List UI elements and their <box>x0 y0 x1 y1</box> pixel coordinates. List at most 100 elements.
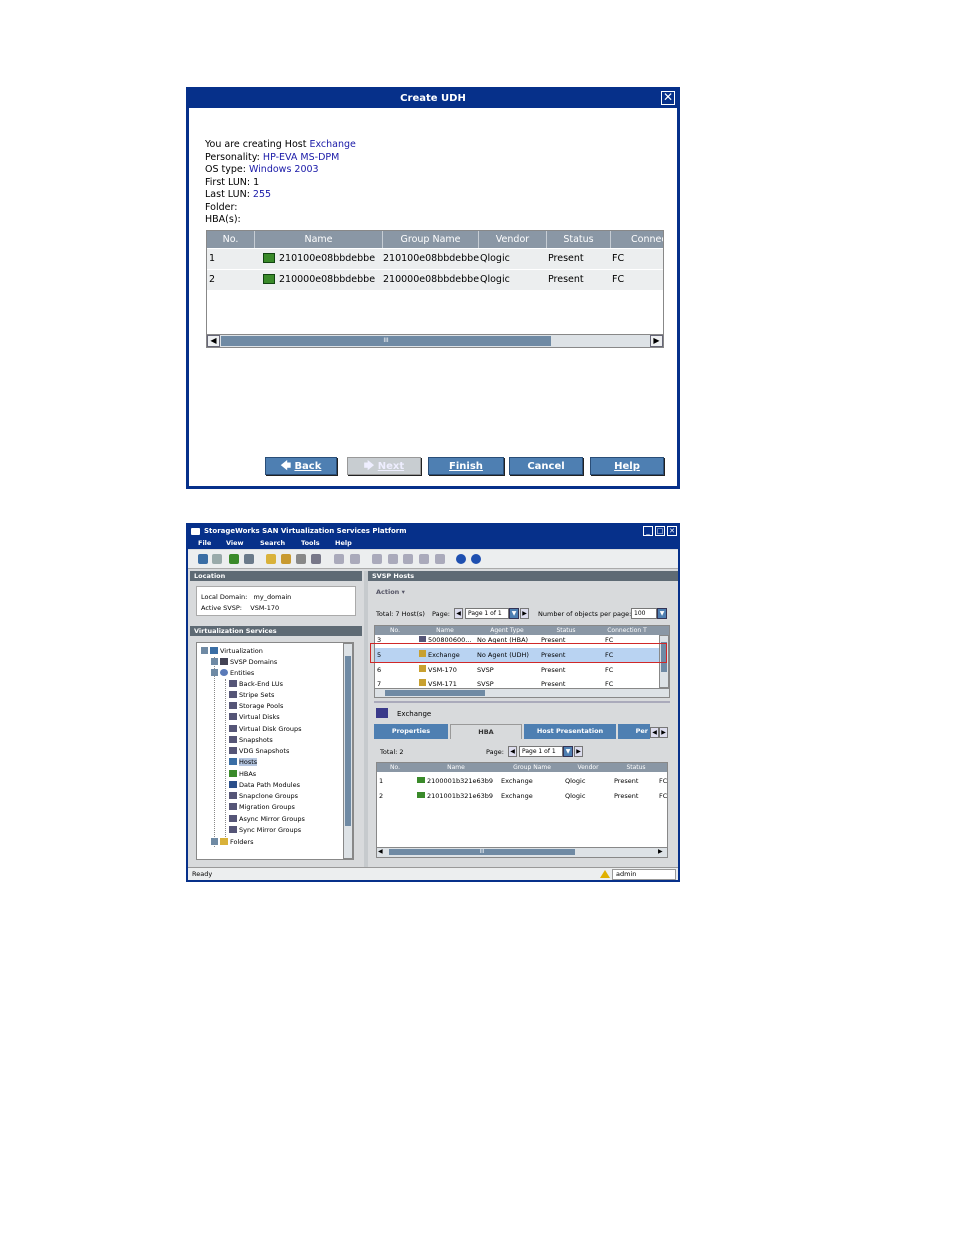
collapse-icon[interactable] <box>211 668 218 676</box>
tab-scroll-left-icon[interactable]: ◀ <box>650 727 659 738</box>
server-alt-icon[interactable] <box>350 554 360 564</box>
tree-node-folders[interactable]: Folders <box>211 837 253 847</box>
page-select[interactable]: Page 1 of 1 <box>465 608 509 619</box>
per-page-input[interactable]: 100 <box>631 608 657 619</box>
scroll-thumb[interactable]: III <box>221 336 551 346</box>
cancel-button[interactable]: Cancel <box>509 457 583 475</box>
tree-node-snapclone-groups[interactable]: Snapclone Groups <box>229 791 298 801</box>
server-icon[interactable] <box>334 554 344 564</box>
tree-node-virtual-disk-groups[interactable]: Virtual Disk Groups <box>229 724 302 734</box>
expand-icon[interactable] <box>211 837 218 845</box>
delete-icon[interactable] <box>296 554 306 564</box>
table-row[interactable]: 6 VSM-170 SVSP Present FC <box>375 663 669 677</box>
tab-per[interactable]: Per <box>618 724 650 739</box>
col-group-name[interactable]: Group Name <box>499 763 565 772</box>
chevron-down-icon[interactable]: ▼ <box>509 608 519 619</box>
tree-node-storage-pools[interactable]: Storage Pools <box>229 701 283 711</box>
col-name[interactable]: Name <box>255 231 383 248</box>
tab-host-presentation[interactable]: Host Presentation <box>524 724 616 739</box>
pause-icon[interactable] <box>388 554 398 564</box>
prev-page-icon[interactable]: ◀ <box>454 608 463 619</box>
chart-icon[interactable] <box>435 554 445 564</box>
tree-node-data-path-modules[interactable]: Data Path Modules <box>229 780 300 790</box>
stop-icon[interactable] <box>419 554 429 564</box>
menu-tools[interactable]: Tools <box>301 539 320 547</box>
tab-hba[interactable]: HBA <box>450 724 522 739</box>
save-icon[interactable] <box>244 554 254 564</box>
menu-search[interactable]: Search <box>260 539 285 547</box>
col-vendor[interactable]: Vendor <box>479 231 547 248</box>
expand-icon[interactable] <box>211 657 218 665</box>
tab-properties[interactable]: Properties <box>374 724 448 739</box>
minimize-icon[interactable]: _ <box>643 526 653 536</box>
col-group-name[interactable]: Group Name <box>383 231 479 248</box>
back-button[interactable]: 🡄 Back <box>265 457 337 475</box>
help-icon[interactable] <box>456 554 466 564</box>
scroll-thumb[interactable] <box>345 656 351 826</box>
maximize-icon[interactable]: □ <box>655 526 665 536</box>
table-row[interactable]: 2 210000e08bbdebbe 210000e08bbdebbe Qlog… <box>207 270 663 290</box>
chevron-down-icon[interactable]: ▼ <box>657 608 667 619</box>
next-page-icon[interactable]: ▶ <box>574 746 583 757</box>
tree-node-hbas[interactable]: HBAs <box>229 769 256 779</box>
col-vendor[interactable]: Vendor <box>565 763 611 772</box>
table-row[interactable]: 2 2101001b321e63b9 Exchange Qlogic Prese… <box>377 789 667 803</box>
scroll-thumb[interactable] <box>385 690 485 696</box>
next-button[interactable]: 🡆 Next <box>347 457 421 475</box>
forward-icon[interactable] <box>212 554 222 564</box>
scroll-thumb[interactable]: III <box>389 849 575 855</box>
scroll-left-icon[interactable]: ◀ <box>207 335 220 347</box>
collapse-icon[interactable] <box>201 646 208 654</box>
close-icon[interactable]: ✕ <box>661 91 675 105</box>
properties-icon[interactable] <box>311 554 321 564</box>
tree-node-back-end-lus[interactable]: Back-End LUs <box>229 679 283 689</box>
pane-splitter[interactable] <box>364 571 368 867</box>
hba-page-select[interactable]: Page 1 of 1 <box>519 746 563 757</box>
play-icon[interactable] <box>403 554 413 564</box>
horizontal-scrollbar[interactable]: ◀ III ▶ <box>206 334 664 348</box>
tree-node-async-mirror-groups[interactable]: Async Mirror Groups <box>229 814 305 824</box>
lock-icon[interactable] <box>281 554 291 564</box>
tree-node-sync-mirror-groups[interactable]: Sync Mirror Groups <box>229 825 301 835</box>
hba-horizontal-scrollbar[interactable]: ◀ III ▶ <box>377 847 667 857</box>
menu-help[interactable]: Help <box>335 539 352 547</box>
connect-icon[interactable] <box>372 554 382 564</box>
menu-view[interactable]: View <box>226 539 244 547</box>
folder-icon[interactable] <box>266 554 276 564</box>
next-page-icon[interactable]: ▶ <box>520 608 529 619</box>
scroll-right-icon[interactable]: ▶ <box>658 848 666 856</box>
prev-page-icon[interactable]: ◀ <box>508 746 517 757</box>
menu-file[interactable]: File <box>198 539 211 547</box>
tree-node-entities[interactable]: Entities <box>211 668 254 678</box>
close-icon[interactable]: ✕ <box>667 526 677 536</box>
hosts-horizontal-scrollbar[interactable] <box>375 688 669 697</box>
col-connection[interactable]: Connec <box>611 231 663 248</box>
scroll-left-icon[interactable]: ◀ <box>378 848 386 856</box>
col-no[interactable]: No. <box>207 231 255 248</box>
table-row[interactable]: 1 210100e08bbdebbe 210100e08bbdebbe Qlog… <box>207 249 663 269</box>
back-icon[interactable] <box>198 554 208 564</box>
refresh-icon[interactable] <box>229 554 239 564</box>
action-menu[interactable]: Action ▾ <box>376 588 405 596</box>
finish-button[interactable]: Finish <box>428 457 504 475</box>
tree-node-migration-groups[interactable]: Migration Groups <box>229 802 295 812</box>
col-status[interactable]: Status <box>547 231 611 248</box>
table-row[interactable]: 1 2100001b321e63b9 Exchange Qlogic Prese… <box>377 774 667 788</box>
tree-node-stripe-sets[interactable]: Stripe Sets <box>229 690 274 700</box>
col-name[interactable]: Name <box>413 763 499 772</box>
tree-node-virtualization[interactable]: Virtualization <box>201 646 263 656</box>
help-button[interactable]: Help <box>590 457 664 475</box>
detail-splitter[interactable] <box>374 701 670 703</box>
tree-node-snapshots[interactable]: Snapshots <box>229 735 273 745</box>
tree-node-svsp-domains[interactable]: SVSP Domains <box>211 657 277 667</box>
warning-icon[interactable] <box>600 870 610 878</box>
col-status[interactable]: Status <box>611 763 661 772</box>
tree-node-virtual-disks[interactable]: Virtual Disks <box>229 712 280 722</box>
scroll-right-icon[interactable]: ▶ <box>650 335 663 347</box>
chevron-down-icon[interactable]: ▼ <box>563 746 573 757</box>
tree-node-hosts[interactable]: Hosts <box>229 757 258 767</box>
col-no[interactable]: No. <box>377 763 413 772</box>
info-icon[interactable] <box>471 554 481 564</box>
tab-scroll-right-icon[interactable]: ▶ <box>659 727 668 738</box>
tree-node-vdg-snapshots[interactable]: VDG Snapshots <box>229 746 289 756</box>
